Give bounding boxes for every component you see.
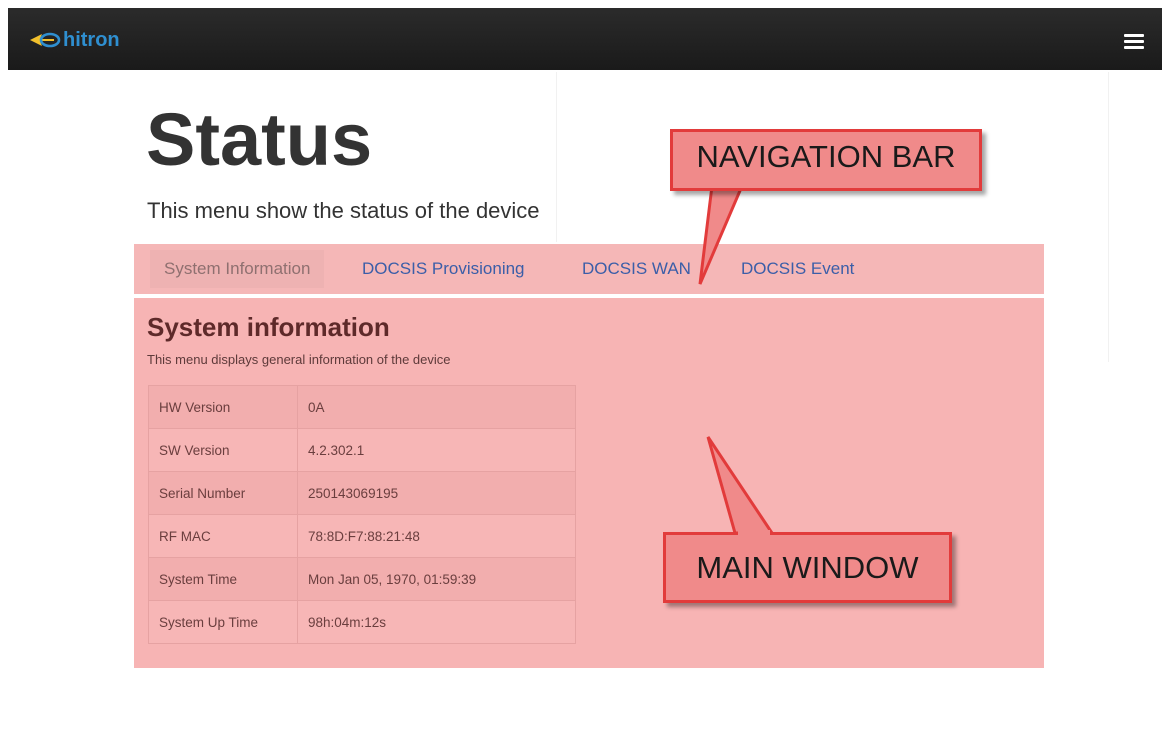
navigation-bar-callout-pointer <box>698 184 745 285</box>
callout-seam <box>738 530 770 537</box>
callout-pointers <box>698 184 775 535</box>
screenshot-stage: hitron Status This menu show the status … <box>0 0 1162 729</box>
main-window-callout: MAIN WINDOW <box>663 532 952 603</box>
callout-seam <box>714 180 740 187</box>
main-window-callout-pointer <box>706 436 775 535</box>
